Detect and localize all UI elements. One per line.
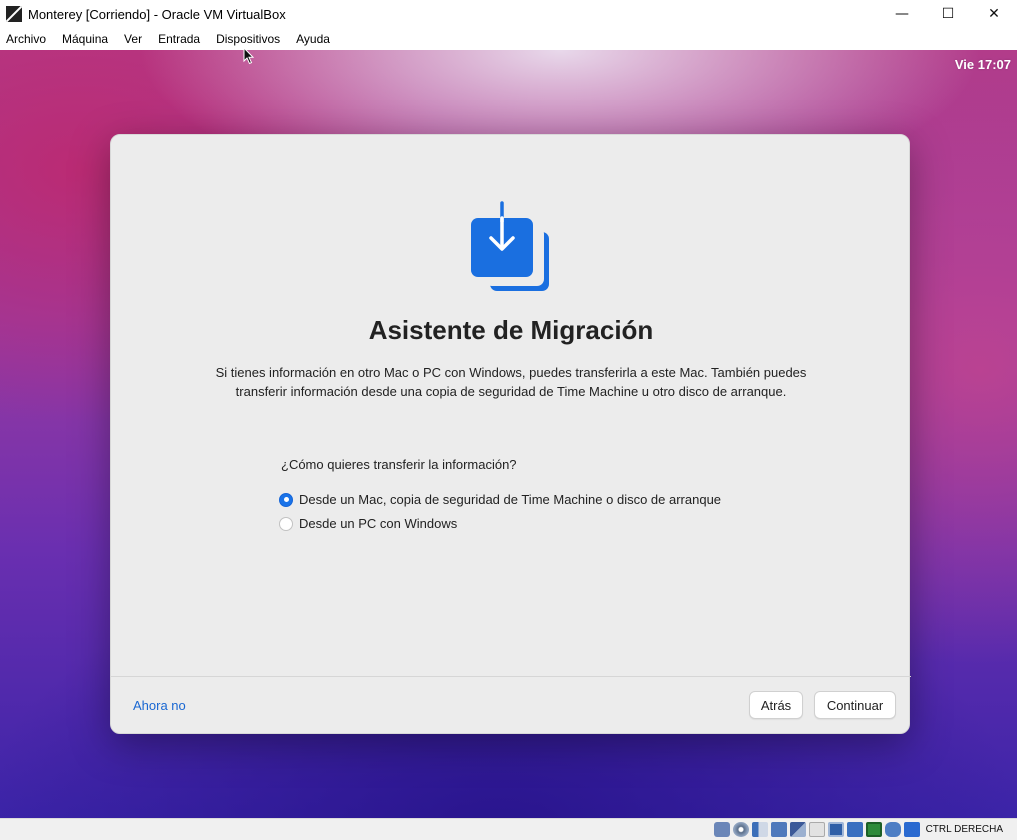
keyboard-capture-icon[interactable] xyxy=(903,822,920,837)
back-button[interactable]: Atrás xyxy=(749,691,803,719)
continue-button[interactable]: Continuar xyxy=(814,691,896,719)
network-icon[interactable] xyxy=(770,822,787,837)
recording-icon[interactable] xyxy=(846,822,863,837)
dialog-title: Asistente de Migración xyxy=(368,315,654,345)
mouse-cursor-icon xyxy=(243,47,255,65)
menu-entrada[interactable]: Entrada xyxy=(158,32,200,46)
option-label: Desde un Mac, copia de seguridad de Time… xyxy=(299,492,722,507)
migration-assistant-dialog: Asistente de Migración Si tienes informa… xyxy=(110,134,911,734)
menubar-clock[interactable]: Vie 17:07 xyxy=(955,57,1011,72)
optical-disk-icon[interactable] xyxy=(732,822,749,837)
option-from-mac[interactable]: Desde un Mac, copia de seguridad de Time… xyxy=(279,492,721,507)
display-icon[interactable] xyxy=(827,822,844,837)
maximize-button[interactable]: ☐ xyxy=(925,0,971,28)
mouse-integration-icon[interactable] xyxy=(884,822,901,837)
radio-unselected[interactable] xyxy=(279,516,293,531)
usb-icon[interactable] xyxy=(789,822,806,837)
footer-divider xyxy=(111,676,911,677)
hard-disk-icon[interactable] xyxy=(713,822,730,837)
audio-icon[interactable] xyxy=(751,822,768,837)
vm-statusbar: CTRL DERECHA xyxy=(0,818,1017,840)
close-button[interactable]: ✕ xyxy=(971,0,1017,28)
host-key-label: CTRL DERECHA xyxy=(925,824,1003,835)
not-now-link[interactable]: Ahora no xyxy=(133,698,186,713)
radio-selected[interactable] xyxy=(279,492,293,507)
menu-maquina[interactable]: Máquina xyxy=(62,32,108,46)
menu-ver[interactable]: Ver xyxy=(124,32,142,46)
virtualbox-app-icon xyxy=(6,6,22,22)
window-title: Monterey [Corriendo] - Oracle VM Virtual… xyxy=(28,6,286,22)
menu-dispositivos[interactable]: Dispositivos xyxy=(216,32,280,46)
menu-archivo[interactable]: Archivo xyxy=(6,32,46,46)
menu-ayuda[interactable]: Ayuda xyxy=(296,32,330,46)
transfer-question: ¿Cómo quieres transferir la información? xyxy=(281,457,517,472)
status-tray: CTRL DERECHA xyxy=(713,822,1003,837)
migration-download-icon xyxy=(471,201,549,291)
window-titlebar: Monterey [Corriendo] - Oracle VM Virtual… xyxy=(0,0,1017,28)
option-label: Desde un PC con Windows xyxy=(299,516,458,531)
menubar: Archivo Máquina Ver Entrada Dispositivos… xyxy=(0,28,1017,50)
minimize-button[interactable]: — xyxy=(879,0,925,28)
dialog-description: Si tienes información en otro Mac o PC c… xyxy=(215,365,807,399)
guest-desktop: Vie 17:07 Asistente de Migración Si tien… xyxy=(0,50,1017,818)
shared-folder-icon[interactable] xyxy=(808,822,825,837)
window-controls: — ☐ ✕ xyxy=(879,0,1017,28)
cpu-icon[interactable] xyxy=(865,822,882,837)
option-from-windows-pc[interactable]: Desde un PC con Windows xyxy=(279,516,457,531)
